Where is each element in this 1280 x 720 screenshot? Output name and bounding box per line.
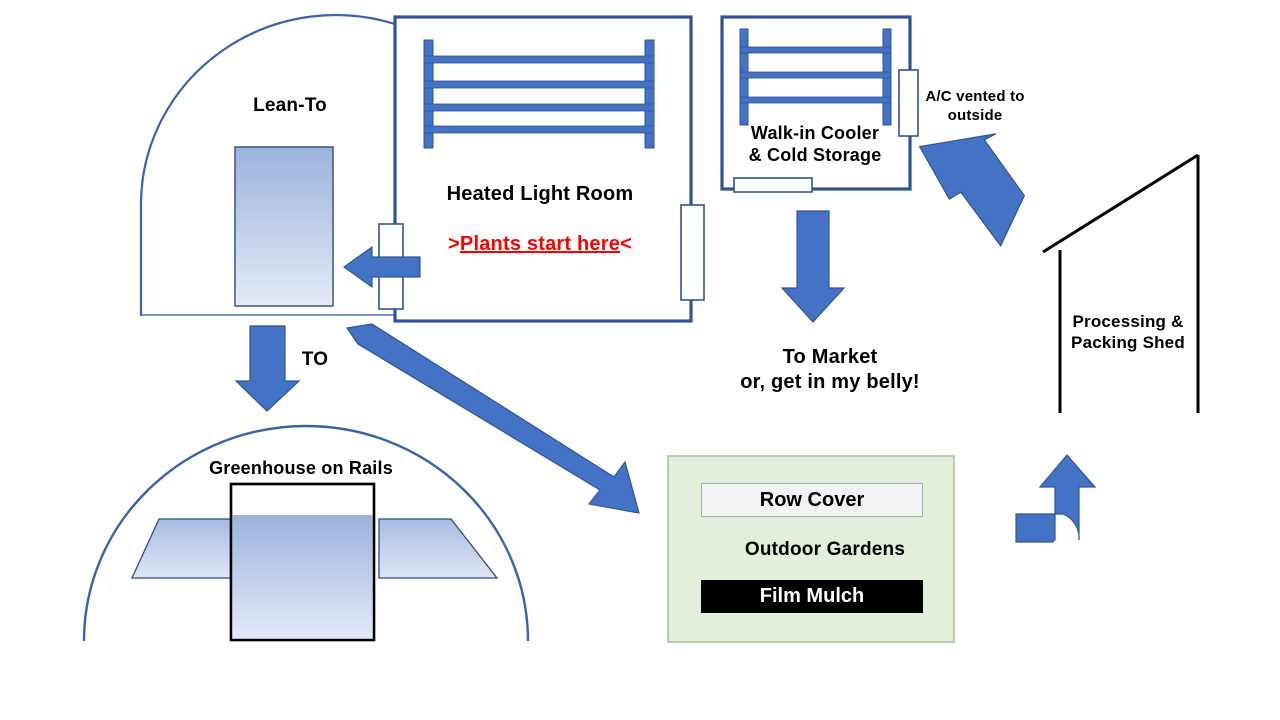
to-label: TO: [301, 349, 329, 370]
greenhouse-on-rails-label: Greenhouse on Rails: [209, 458, 393, 478]
film-mulch-band: Film Mulch: [701, 580, 923, 613]
diagram-canvas: Lean-To Heated Light Room >Plants start …: [0, 0, 1280, 720]
arrow-gardens-to-shed: [1015, 454, 1097, 543]
to-market-label: To Market or, get in my belly!: [740, 346, 920, 393]
lean-to-label: Lean-To: [253, 95, 327, 116]
greenhouse-right-bed: [378, 518, 499, 579]
processing-packing-shed-structure: [1042, 153, 1200, 413]
cooler-shelf-tier-3: [739, 96, 892, 104]
cooler-shelving-rack: [739, 28, 892, 126]
heated-room-shelving-rack: [423, 39, 655, 149]
heated-light-room-structure: [378, 15, 705, 323]
outdoor-gardens-label: Outdoor Gardens: [744, 539, 906, 560]
plants-note-text: Plants start here: [459, 233, 621, 255]
walk-in-cooler-label: Walk-in Cooler & Cold Storage: [748, 123, 882, 166]
shelf-tier-2: [423, 80, 655, 89]
plants-note-suffix: <: [620, 233, 632, 255]
row-cover-band: Row Cover: [701, 483, 923, 517]
shelf-tier-1: [423, 55, 655, 64]
cooler-shelf-tier-1: [739, 46, 892, 54]
cooler-bottom-door: [733, 177, 813, 193]
shed-roof-line: [1042, 153, 1199, 254]
arrow-shed-to-cooler: [918, 133, 1026, 248]
heated-light-room-label: Heated Light Room: [446, 183, 634, 205]
arrow-cooler-to-market: [780, 210, 846, 323]
processing-packing-shed-label: Processing & Packing Shed: [1071, 312, 1185, 353]
heated-room-right-door: [680, 204, 705, 301]
greenhouse-left-bed: [130, 518, 232, 579]
shelf-tier-3: [423, 103, 655, 112]
greenhouse-house-fill: [232, 515, 373, 639]
arrow-heated-room-to-outdoor-gardens: [345, 323, 640, 514]
cooler-shelf-tier-2: [739, 71, 892, 79]
plants-note-prefix: >: [448, 233, 460, 255]
diagram-graphics: [82, 14, 1200, 643]
shelf-tier-4: [423, 125, 655, 134]
plants-start-here-note: >Plants start here<: [400, 232, 680, 257]
lean-to-growing-bench: [234, 146, 334, 307]
ac-vented-label: A/C vented to outside: [925, 88, 1025, 124]
